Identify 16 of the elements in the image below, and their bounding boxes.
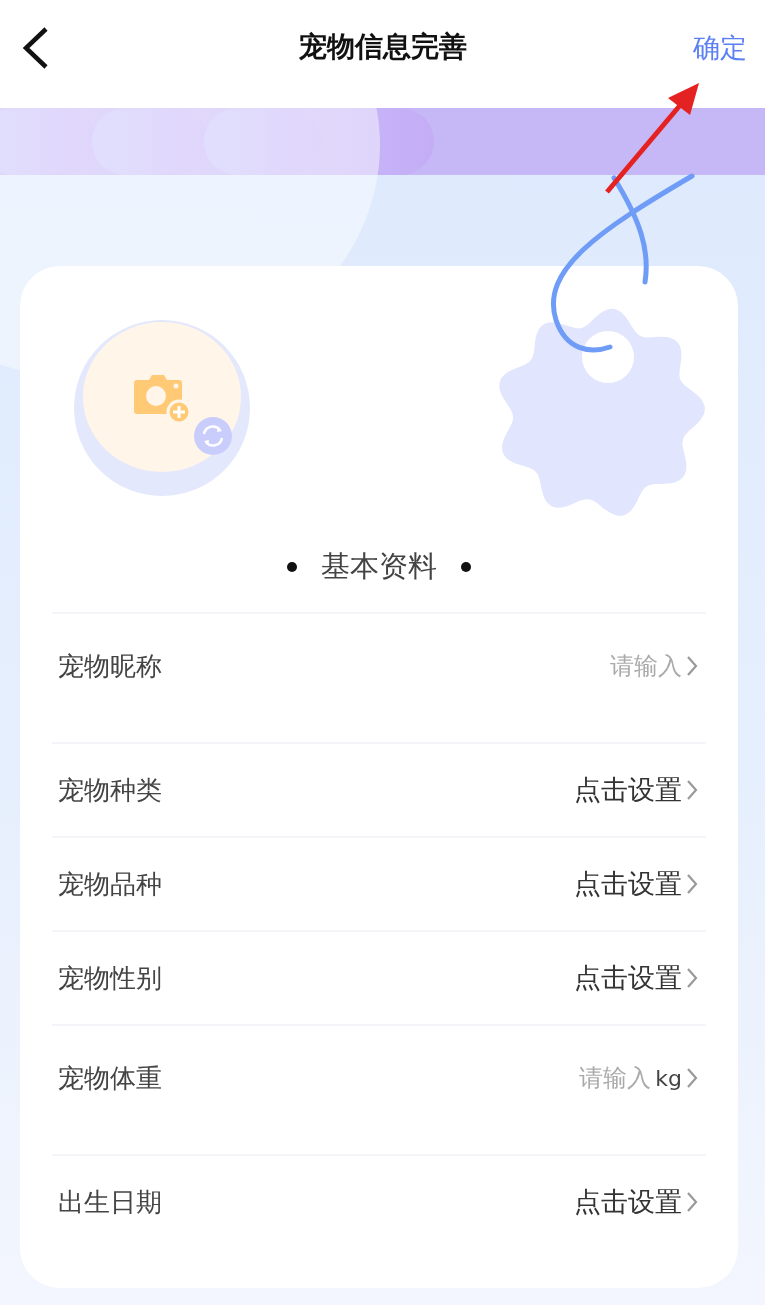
select-button[interactable]: 点击设置 <box>574 866 698 902</box>
field-label: 出生日期 <box>58 1185 162 1219</box>
field-label: 宠物种类 <box>58 773 162 807</box>
field-label: 宠物昵称 <box>58 649 162 683</box>
select-button[interactable]: 点击设置 <box>574 1184 698 1220</box>
confirm-button[interactable]: 确定 <box>691 30 749 66</box>
field-label: 宠物品种 <box>58 867 162 901</box>
field-label: 宠物体重 <box>58 1061 162 1095</box>
page-title: 宠物信息完善 <box>298 29 467 65</box>
input-field[interactable]: 请输入 <box>561 1064 652 1092</box>
field-label: 宠物性别 <box>58 961 162 995</box>
unit-label: kg <box>655 1065 682 1091</box>
select-button[interactable]: 点击设置 <box>574 960 698 996</box>
select-button[interactable]: 点击设置 <box>574 772 698 808</box>
section-title: 基本资料 <box>321 548 437 585</box>
input-field[interactable]: 请输入 <box>592 652 682 680</box>
